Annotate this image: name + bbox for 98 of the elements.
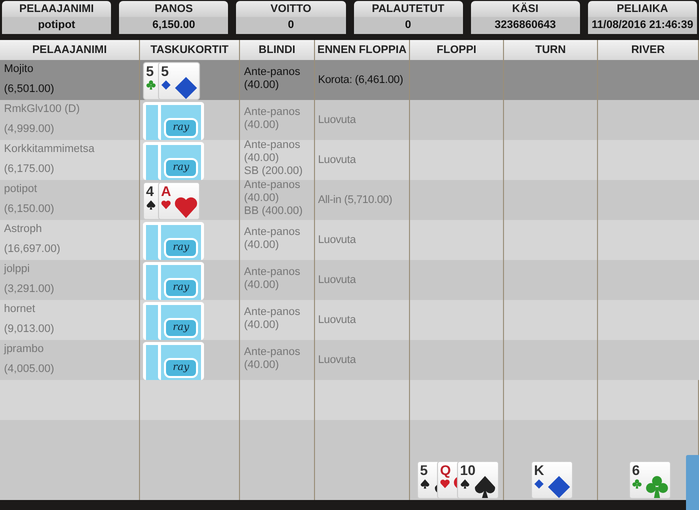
blind-text: Ante-panos — [244, 266, 302, 278]
player-stack: (9,013.00) — [4, 322, 56, 336]
spade-suit-icon — [473, 475, 497, 498]
summary-label: PELAAJANIMI — [2, 1, 112, 17]
player-cell[interactable]: Korkkitammimetsa (6,175.00) — [0, 140, 140, 180]
card-logo: ray — [164, 118, 198, 138]
preflop-action: Luovuta — [318, 354, 356, 366]
blind-text: (40.00) — [244, 192, 280, 205]
blind-text: (40.00) — [244, 318, 280, 332]
preflop-action: Luovuta — [318, 154, 356, 166]
blind-text: (40.00) — [244, 278, 280, 292]
diamond-suit-icon — [161, 80, 171, 90]
card-logo: ray — [164, 318, 198, 338]
blind-text: SB (200.00) — [244, 165, 304, 178]
club-suit-icon — [645, 475, 669, 498]
player-name: jolppi — [4, 262, 31, 276]
summary-value: potipot — [2, 17, 112, 34]
player-name: jprambo — [4, 342, 45, 356]
card-rank: K — [534, 462, 544, 478]
player-stack: (4,005.00) — [4, 362, 56, 376]
preflop-action: Luovuta — [318, 234, 356, 246]
summary-value: 0 — [236, 17, 346, 34]
column-header: PELAAJANIMI — [0, 40, 140, 60]
summary-label: PELIAIKA — [588, 1, 698, 17]
card-rank: Q — [440, 462, 451, 478]
card-rank: 6 — [632, 462, 640, 478]
summary-value: 3236860643 — [470, 17, 580, 34]
summary-value: 11/08/2016 21:46:39 — [588, 17, 698, 34]
summary-value: 0 — [354, 17, 463, 34]
player-cell[interactable]: Mojito (6,501.00) — [0, 60, 140, 100]
column-header: TURN — [504, 40, 598, 60]
summary-label: KÄSI — [470, 1, 580, 17]
card-rank: 4 — [146, 183, 154, 199]
preflop-action: Korota: (6,461.00) — [318, 74, 404, 86]
blind-text: Ante-panos — [244, 306, 302, 318]
spade-suit-icon — [146, 200, 156, 210]
player-stack: (3,291.00) — [4, 282, 56, 296]
player-cell[interactable]: hornet (9,013.00) — [0, 300, 140, 340]
blind-text: Ante-panos — [244, 106, 302, 118]
player-name: Korkkitammimetsa — [4, 142, 96, 156]
preflop-action: Luovuta — [318, 274, 356, 286]
player-stack: (6,501.00) — [4, 82, 56, 96]
spade-suit-icon — [460, 479, 470, 489]
blind-text: (40.00) — [244, 238, 280, 252]
player-name: potipot — [4, 182, 38, 196]
blind-text: Ante-panos — [244, 226, 302, 238]
card-rank: 10 — [460, 462, 476, 478]
blind-text: Ante-panos — [244, 140, 302, 152]
card-rank: A — [161, 183, 172, 199]
blind-text: BB (400.00) — [244, 205, 304, 218]
player-name: Mojito — [4, 62, 34, 76]
card-rank: 5 — [146, 63, 154, 79]
player-cell[interactable]: jprambo (4,005.00) — [0, 340, 140, 380]
heart-suit-icon — [440, 479, 450, 489]
summary-label: PANOS — [119, 1, 228, 17]
column-header: RIVER — [598, 40, 699, 60]
preflop-action: Luovuta — [318, 114, 356, 126]
blind-text: Ante-panos — [244, 180, 302, 192]
player-stack: (16,697.00) — [4, 242, 62, 256]
column-header: ENNEN FLOPPIA — [315, 40, 410, 60]
player-cell[interactable]: Astroph (16,697.00) — [0, 220, 140, 260]
player-name: RmkGlv100 (D) — [4, 102, 81, 116]
card-rank: 5 — [420, 462, 428, 478]
player-cell[interactable]: RmkGlv100 (D) (4,999.00) — [0, 100, 140, 140]
blind-text: (40.00) — [244, 152, 280, 165]
card-logo: ray — [164, 238, 198, 258]
card-logo: ray — [164, 358, 198, 378]
player-stack: (4,999.00) — [4, 122, 56, 136]
player-stack: (6,150.00) — [4, 202, 56, 216]
card-rank: 5 — [161, 63, 169, 79]
column-header: TASKUKORTIT — [140, 40, 240, 60]
heart-suit-icon — [161, 200, 171, 210]
player-stack: (6,175.00) — [4, 162, 56, 176]
player-name: Astroph — [4, 222, 43, 236]
club-suit-icon — [146, 80, 156, 90]
club-suit-icon — [632, 479, 642, 489]
blind-text: (40.00) — [244, 78, 280, 92]
summary-label: PALAUTETUT — [354, 1, 463, 17]
blind-text: Ante-panos — [244, 346, 302, 358]
side-tab[interactable] — [686, 455, 699, 510]
blind-text: (40.00) — [244, 358, 280, 372]
diamond-suit-icon — [547, 475, 571, 498]
preflop-action: All-in (5,710.00) — [318, 194, 392, 206]
diamond-suit-icon — [534, 479, 544, 489]
summary-value: 6,150.00 — [119, 17, 228, 34]
heart-suit-icon — [174, 196, 198, 219]
player-name: hornet — [4, 302, 36, 316]
player-cell[interactable]: jolppi (3,291.00) — [0, 260, 140, 300]
blind-text: (40.00) — [244, 118, 280, 132]
preflop-action: Luovuta — [318, 314, 356, 326]
blind-text: Ante-panos — [244, 66, 302, 78]
column-header: BLINDI — [240, 40, 315, 60]
column-header: FLOPPI — [410, 40, 504, 60]
summary-label: VOITTO — [236, 1, 346, 17]
card-logo: ray — [164, 278, 198, 298]
spade-suit-icon — [420, 479, 430, 489]
player-cell[interactable]: potipot (6,150.00) — [0, 180, 140, 220]
card-logo: ray — [164, 158, 198, 178]
